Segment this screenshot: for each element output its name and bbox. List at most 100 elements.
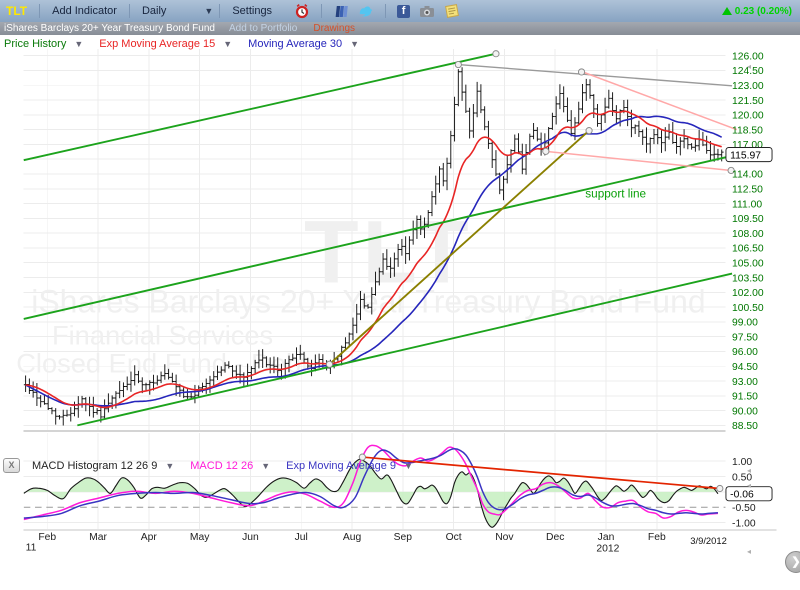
svg-text:94.50: 94.50 xyxy=(732,362,758,373)
legend-price-history[interactable]: Price History xyxy=(4,38,66,50)
axis-marker-icon: ◂ xyxy=(747,467,751,475)
svg-text:-0.06: -0.06 xyxy=(730,489,754,500)
svg-text:Sep: Sep xyxy=(394,532,413,543)
drawing-handle[interactable] xyxy=(326,361,332,367)
last-price-box: 115.97 xyxy=(726,148,772,162)
svg-text:126.00: 126.00 xyxy=(732,51,764,62)
svg-text:120.00: 120.00 xyxy=(732,111,764,122)
facebook-icon[interactable]: f xyxy=(397,5,410,18)
divider xyxy=(321,4,322,18)
svg-text:Jan: Jan xyxy=(598,532,615,543)
camera-icon[interactable] xyxy=(419,3,435,19)
svg-text:111.00: 111.00 xyxy=(732,199,762,210)
svg-text:Oct: Oct xyxy=(446,532,462,543)
add-indicator-button[interactable]: Add Indicator xyxy=(52,5,117,17)
legend-macd-line[interactable]: MACD 12 26 xyxy=(190,460,253,472)
legend-macd-ema9[interactable]: Exp Moving Average 9 xyxy=(286,460,396,472)
chevron-down-icon[interactable]: ▼ xyxy=(165,461,174,471)
svg-text:Nov: Nov xyxy=(495,532,514,543)
drawing-handle[interactable] xyxy=(717,485,723,491)
drawing-handle[interactable] xyxy=(543,148,549,154)
instrument-name: iShares Barclays 20+ Year Treasury Bond … xyxy=(4,23,215,34)
legend-ma30[interactable]: Moving Average 30 xyxy=(248,38,342,50)
toolbar-icons: f xyxy=(294,3,460,19)
svg-text:115.97: 115.97 xyxy=(730,150,761,161)
twitter-icon[interactable] xyxy=(358,3,374,19)
chevron-down-icon[interactable]: ▼ xyxy=(350,39,359,49)
chevron-down-icon[interactable]: ▼ xyxy=(223,39,232,49)
period-select[interactable]: Daily xyxy=(142,5,166,17)
drawings-link[interactable]: Drawings xyxy=(313,23,355,34)
price-change-badge: 0.23 (0.20%) xyxy=(722,6,792,17)
drawing-handle[interactable] xyxy=(578,69,584,75)
add-to-portfolio-link[interactable]: Add to Portfolio xyxy=(229,23,297,34)
chevron-down-icon[interactable]: ▼ xyxy=(261,461,270,471)
axis-marker-icon: ◂ xyxy=(747,548,751,556)
svg-text:105.00: 105.00 xyxy=(732,258,764,269)
svg-text:Feb: Feb xyxy=(648,532,666,543)
svg-text:99.00: 99.00 xyxy=(732,318,758,329)
settings-button[interactable]: Settings xyxy=(232,5,272,17)
svg-text:97.50: 97.50 xyxy=(732,332,758,343)
svg-text:103.50: 103.50 xyxy=(732,273,764,284)
trendline-gray[interactable] xyxy=(458,65,732,86)
books-icon[interactable] xyxy=(333,3,349,19)
legend-macd-hist[interactable]: MACD Histogram 12 26 9 xyxy=(32,460,157,472)
chart-canvas[interactable]: TLTiShares Barclays 20+ Year Treasury Bo… xyxy=(0,35,800,590)
divider xyxy=(39,4,40,18)
svg-text:Jul: Jul xyxy=(295,532,308,543)
divider xyxy=(385,4,386,18)
svg-text:114.00: 114.00 xyxy=(732,170,763,181)
drawing-handle[interactable] xyxy=(455,61,461,67)
svg-text:90.00: 90.00 xyxy=(732,406,758,417)
chevron-down-icon[interactable]: ▼ xyxy=(404,461,413,471)
svg-text:Jun: Jun xyxy=(242,532,259,543)
chevron-down-icon[interactable]: ▼ xyxy=(204,6,213,16)
legend-ema15[interactable]: Exp Moving Average 15 xyxy=(99,38,215,50)
svg-text:Mar: Mar xyxy=(89,532,107,543)
svg-text:100.50: 100.50 xyxy=(732,303,764,314)
change-text: 0.23 (0.20%) xyxy=(735,6,792,17)
svg-text:May: May xyxy=(190,532,210,543)
drawing-handle[interactable] xyxy=(493,51,499,57)
divider xyxy=(129,4,130,18)
svg-text:Aug: Aug xyxy=(343,532,362,543)
svg-text:3/9/2012: 3/9/2012 xyxy=(690,535,727,546)
svg-text:Financial Services: Financial Services xyxy=(52,319,273,350)
close-macd-button[interactable]: X xyxy=(3,458,20,473)
price-pane-legend: Price History ▼ Exp Moving Average 15 ▼ … xyxy=(4,38,363,50)
svg-text:-0.50: -0.50 xyxy=(732,503,756,514)
axis-marker-icon: ◂ xyxy=(747,63,751,71)
svg-text:108.00: 108.00 xyxy=(732,229,764,240)
macd-pane-legend: X MACD Histogram 12 26 9 ▼ MACD 12 26 ▼ … xyxy=(3,458,417,473)
symbol-label: TLT xyxy=(6,4,27,18)
top-toolbar: TLT Add Indicator Daily ▼ Settings f 0.2… xyxy=(0,0,800,22)
svg-text:11: 11 xyxy=(26,542,37,553)
chart-area: TLTiShares Barclays 20+ Year Treasury Bo… xyxy=(0,35,800,590)
up-arrow-icon xyxy=(722,7,732,15)
trendline-pink-lower[interactable] xyxy=(546,151,731,170)
divider xyxy=(219,4,220,18)
svg-text:2012: 2012 xyxy=(596,543,619,554)
alert-clock-icon[interactable] xyxy=(294,3,310,19)
svg-text:-1.00: -1.00 xyxy=(732,518,756,529)
svg-text:Apr: Apr xyxy=(141,532,158,543)
notes-icon[interactable] xyxy=(444,3,460,19)
title-bar: iShares Barclays 20+ Year Treasury Bond … xyxy=(0,22,800,35)
svg-text:iShares Barclays 20+ Year Trea: iShares Barclays 20+ Year Treasury Bond … xyxy=(31,284,705,320)
axis-marker-icon: ◂ xyxy=(747,482,751,490)
svg-text:118.50: 118.50 xyxy=(732,125,763,136)
svg-text:112.50: 112.50 xyxy=(732,185,763,196)
chevron-down-icon[interactable]: ▼ xyxy=(74,39,83,49)
scroll-right-button[interactable]: ❯ xyxy=(785,551,800,573)
svg-text:123.00: 123.00 xyxy=(732,81,764,92)
drawing-handle[interactable] xyxy=(586,128,592,134)
svg-text:88.50: 88.50 xyxy=(732,421,758,432)
svg-text:91.50: 91.50 xyxy=(732,392,758,403)
watermark: TLTiShares Barclays 20+ Year Treasury Bo… xyxy=(16,201,705,378)
svg-text:96.00: 96.00 xyxy=(732,347,758,358)
svg-text:102.00: 102.00 xyxy=(732,288,764,299)
support-line-label: support line xyxy=(585,188,646,201)
svg-text:106.50: 106.50 xyxy=(732,244,764,255)
svg-text:Feb: Feb xyxy=(38,532,56,543)
